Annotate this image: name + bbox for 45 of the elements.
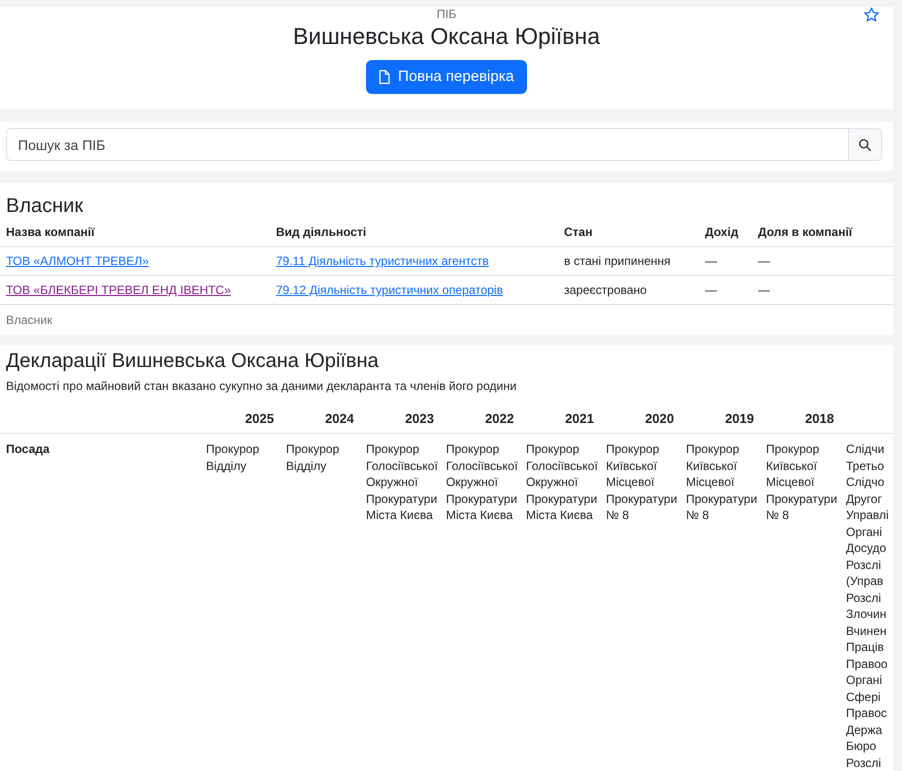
table-cell: Прокурор Відділу	[202, 434, 282, 771]
table-cell: Слідчи Третьо Слідчо Другог Управлі Органі Досудо Розслі (Управ Розслі Злочин Вчинен Праців Правоо Органі Сфері Правос Держа Бюро Розслі	[842, 434, 893, 771]
year-header: 2025	[202, 405, 282, 434]
activity-link[interactable]: 79.12 Діяльність туристичних операторів	[276, 283, 503, 297]
section-title: Декларації Вишневська Оксана Юріївна	[5, 349, 380, 373]
table-cell: Прокурор Голосіївської Окружної Прокуратури Міста Києва	[522, 434, 602, 771]
year-header: 2024	[282, 405, 362, 434]
table-cell: —	[752, 276, 893, 304]
year-header: 2021	[522, 405, 602, 434]
table-cell: Прокурор Київської Місцевої Прокуратури № 8	[602, 434, 682, 771]
table-cell: Прокурор Відділу	[282, 434, 362, 771]
table-cell: Прокурор Голосіївської Окружної Прокуратури Міста Києва	[362, 434, 442, 771]
field-label: ПІБ	[436, 7, 458, 21]
year-header: 2018	[762, 405, 842, 434]
year-header: 2023	[362, 405, 442, 434]
company-link[interactable]: ТОВ «БЛЕКБЕРІ ТРЕВЕЛ ЕНД ІВЕНТС»	[6, 283, 231, 297]
table-cell: Прокурор Київської Місцевої Прокуратури № 8	[682, 434, 762, 771]
table-cell: —	[699, 276, 752, 304]
row-header: Посада	[0, 434, 202, 771]
column-header: Доля в компанії	[752, 218, 893, 246]
table-cell: —	[752, 246, 893, 276]
company-link[interactable]: ТОВ «АЛМОНТ ТРЕВЕЛ»	[6, 254, 149, 268]
section-title: Власник	[5, 194, 84, 218]
activity-link[interactable]: 79.11 Діяльність туристичних агентств	[276, 254, 489, 268]
table-cell: зареєстровано	[558, 276, 699, 304]
year-header: 2022	[442, 405, 522, 434]
column-header: Вид діяльності	[270, 218, 558, 246]
search-button[interactable]	[849, 128, 882, 161]
year-header: 2020	[602, 405, 682, 434]
column-header: Стан	[558, 218, 699, 246]
table-cell: в стані припинення	[558, 246, 699, 276]
document-icon	[379, 70, 390, 84]
table-cell: —	[699, 246, 752, 276]
search-field[interactable]: Пошук за ПІБ	[6, 128, 849, 161]
table-caption: Власник	[5, 312, 54, 329]
person-name: Вишневська Оксана Юріївна	[293, 23, 600, 49]
full-check-button[interactable]: Повна перевірка	[366, 60, 527, 94]
column-header: Назва компанії	[0, 218, 270, 246]
year-header: 2019	[682, 405, 762, 434]
section-note: Відомості про майновий стан вказано сукупно за даними декларанта та членів його родини	[5, 379, 518, 393]
table-cell: Прокурор Голосіївської Окружної Прокуратури Міста Києва	[442, 434, 522, 771]
table-cell: Прокурор Київської Місцевої Прокуратури № 8	[762, 434, 842, 771]
star-icon[interactable]	[864, 7, 880, 22]
column-header: Дохід	[699, 218, 752, 246]
search-icon	[859, 138, 871, 150]
